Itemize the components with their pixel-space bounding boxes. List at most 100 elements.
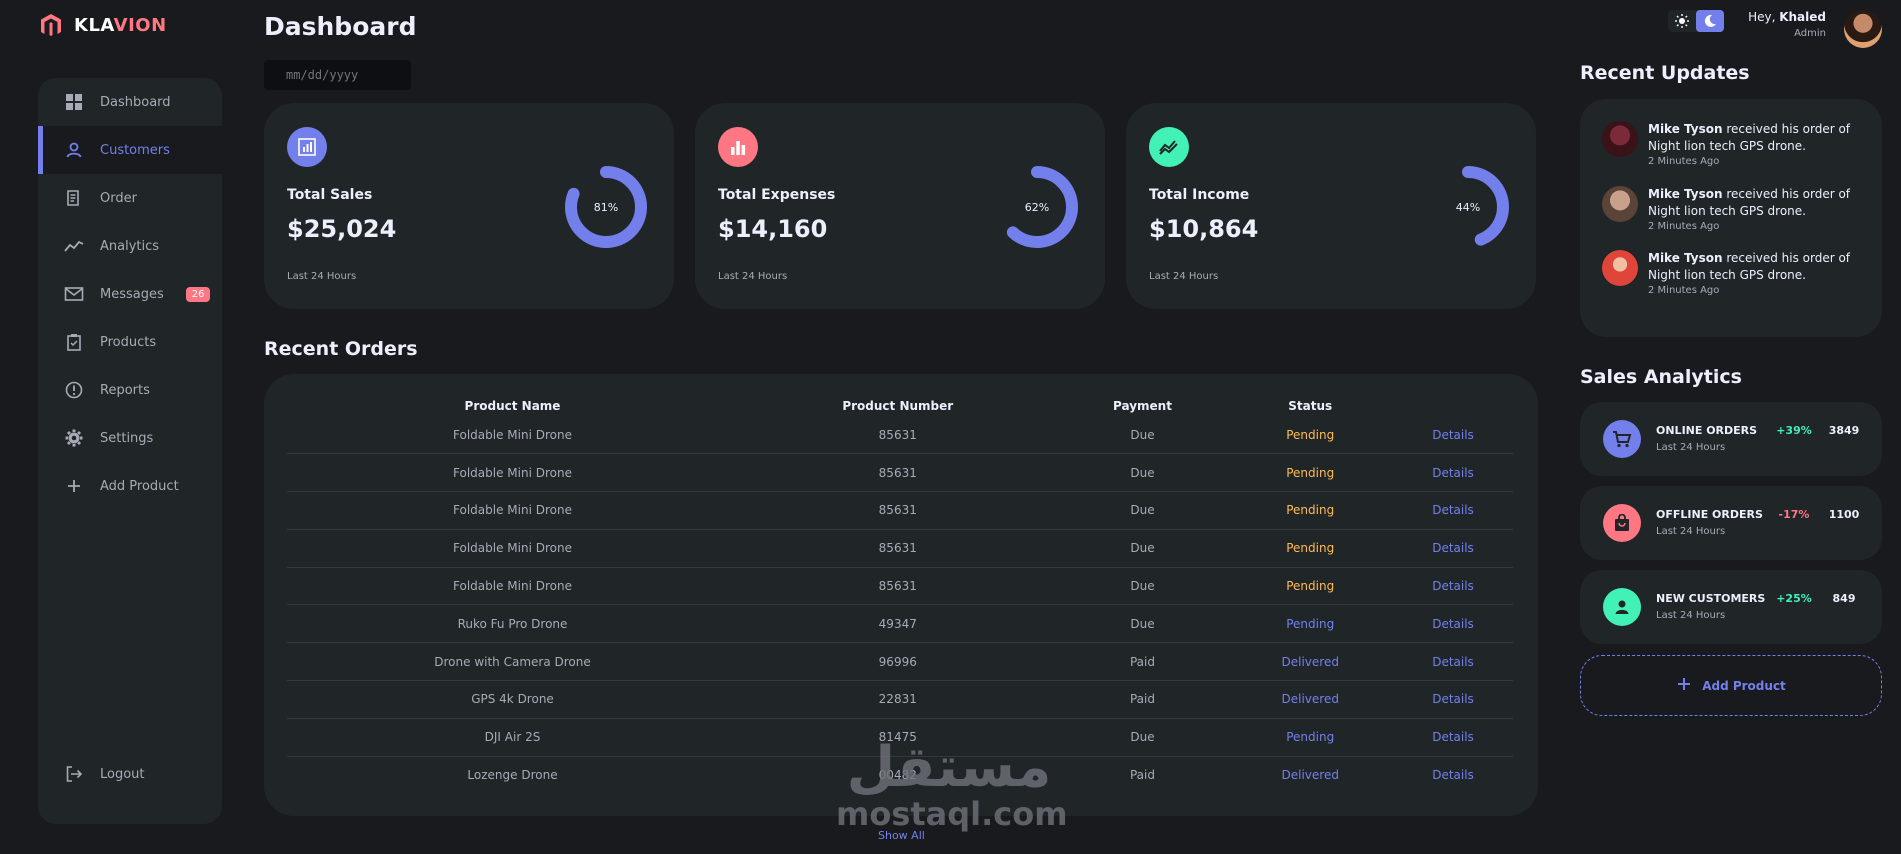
payment-cell: Paid — [1057, 680, 1228, 719]
new-customers-stat: NEW CUSTOMERS Last 24 Hours +25% 849 — [1580, 570, 1882, 644]
payment-cell: Due — [1057, 416, 1228, 455]
status-cell: Delivered — [1227, 642, 1394, 682]
payment-cell: Paid — [1057, 642, 1228, 682]
sidebar-item-label: Settings — [100, 430, 154, 446]
table-row: Foldable Mini Drone 85631 Due Pending Detail… — [287, 416, 1513, 455]
stat-subtitle: Last 24 Hours — [1656, 442, 1726, 453]
payment-cell: Due — [1057, 529, 1228, 568]
mail-icon — [64, 284, 84, 304]
sidebar-item-label: Products — [100, 334, 157, 350]
details-link[interactable]: Details — [1393, 567, 1513, 606]
column-header — [1393, 396, 1513, 416]
add-product-label: Add Product — [1702, 678, 1786, 693]
messages-count-badge: 26 — [185, 286, 211, 302]
gear-icon — [64, 428, 84, 448]
sidebar-item-products[interactable]: Products — [38, 318, 222, 366]
stat-percent: +25% — [1776, 592, 1812, 605]
details-link[interactable]: Details — [1393, 491, 1513, 530]
card-footnote: Last 24 Hours — [1149, 271, 1219, 282]
sidebar-item-label: Messages — [100, 286, 164, 302]
recent-updates-title: Recent Updates — [1580, 62, 1750, 84]
stat-subtitle: Last 24 Hours — [1656, 526, 1726, 537]
receipt-icon — [64, 188, 84, 208]
details-link[interactable]: Details — [1393, 718, 1513, 757]
product-number-cell: 85631 — [738, 529, 1058, 568]
column-header: Status — [1288, 399, 1333, 413]
sidebar-item-label: Dashboard — [100, 94, 171, 110]
stat-name: ONLINE ORDERS — [1656, 424, 1758, 437]
sidebar-item-label: Customers — [100, 142, 170, 158]
card-value: $14,160 — [718, 215, 828, 243]
total-expenses-card: Total Expenses $14,160 Last 24 Hours 62% — [695, 103, 1105, 309]
product-name-cell: GPS 4k Drone — [287, 680, 739, 719]
details-link[interactable]: Details — [1393, 642, 1513, 682]
status-cell: Pending — [1227, 718, 1394, 757]
product-number-cell: 85631 — [738, 416, 1058, 455]
product-number-cell: 85631 — [738, 453, 1058, 493]
stat-value: 1100 — [1828, 508, 1860, 521]
stat-value: 3849 — [1828, 424, 1860, 437]
date-input[interactable] — [264, 60, 411, 90]
status-cell: Pending — [1227, 567, 1394, 606]
table-row: Foldable Mini Drone 85631 Due Pending Detail… — [287, 567, 1513, 606]
payment-cell: Paid — [1129, 768, 1155, 783]
offline-orders-stat: OFFLINE ORDERS Last 24 Hours -17% 1100 — [1580, 486, 1882, 560]
report-icon — [64, 380, 84, 400]
payment-cell: Due — [1057, 491, 1228, 530]
sidebar-item-settings[interactable]: Settings — [38, 414, 222, 462]
details-link[interactable]: Details — [1393, 756, 1513, 794]
payment-cell: Due — [1057, 453, 1228, 493]
add-product-button[interactable]: Add Product — [1580, 655, 1882, 716]
sidebar-item-dashboard[interactable]: Dashboard — [38, 78, 222, 126]
sidebar-item-messages[interactable]: Messages 26 — [38, 270, 222, 318]
sidebar-item-add-product[interactable]: Add Product — [38, 462, 222, 510]
details-link[interactable]: Details — [1393, 604, 1513, 644]
watermark-arabic: مستقل — [846, 735, 1052, 800]
bar-chart-icon — [718, 127, 758, 167]
progress-percent: 81% — [593, 200, 619, 214]
details-link[interactable]: Details — [1393, 453, 1513, 493]
sales-analytics-title: Sales Analytics — [1580, 366, 1742, 388]
clipboard-icon — [64, 332, 84, 352]
sidebar-item-customers[interactable]: Customers — [38, 126, 222, 174]
cart-icon — [1603, 420, 1641, 458]
recent-updates-panel: Mike Tyson received his order of Night l… — [1580, 99, 1882, 337]
brand-logo[interactable]: KLAVION — [38, 12, 167, 38]
product-name-cell: Ruko Fu Pro Drone — [287, 604, 739, 644]
table-row: Foldable Mini Drone 85631 Due Pending Detail… — [287, 453, 1513, 493]
card-label: Total Sales — [287, 187, 373, 203]
plus-icon — [1676, 676, 1692, 695]
status-cell: Pending — [1227, 491, 1394, 530]
update-item: Mike Tyson received his order of Night l… — [1602, 121, 1872, 167]
status-cell: Pending — [1227, 529, 1394, 568]
card-footnote: Last 24 Hours — [718, 271, 788, 282]
update-time: 2 Minutes Ago — [1648, 221, 1720, 232]
person-icon — [64, 140, 84, 160]
card-label: Total Income — [1149, 187, 1250, 203]
details-link[interactable]: Details — [1393, 416, 1513, 455]
product-number-cell: 96996 — [738, 642, 1058, 682]
progress-percent: 44% — [1455, 200, 1481, 214]
sidebar-item-analytics[interactable]: Analytics — [38, 222, 222, 270]
table-row: Drone with Camera Drone 96996 Paid Delivere… — [287, 642, 1513, 682]
sidebar-item-label: Add Product — [100, 478, 179, 494]
sidebar-item-reports[interactable]: Reports — [38, 366, 222, 414]
trend-icon — [64, 236, 84, 256]
table-row: Foldable Mini Drone 85631 Due Pending Detail… — [287, 529, 1513, 568]
sun-icon[interactable] — [1668, 10, 1696, 32]
column-header: Payment — [1113, 399, 1172, 413]
bag-icon — [1603, 504, 1641, 542]
theme-toggle[interactable] — [1668, 10, 1724, 32]
stocks-icon — [1149, 127, 1189, 167]
chart-icon — [287, 127, 327, 167]
details-link[interactable]: Details — [1393, 529, 1513, 568]
sidebar-item-order[interactable]: Order — [38, 174, 222, 222]
logout-button[interactable]: Logout — [38, 750, 222, 798]
brand-logo-icon — [41, 14, 61, 36]
total-income-card: Total Income $10,864 Last 24 Hours 44% — [1126, 103, 1536, 309]
stat-value: 849 — [1832, 592, 1856, 605]
details-link[interactable]: Details — [1393, 680, 1513, 719]
stat-subtitle: Last 24 Hours — [1656, 610, 1726, 621]
avatar[interactable] — [1844, 10, 1882, 48]
moon-icon[interactable] — [1696, 10, 1724, 32]
